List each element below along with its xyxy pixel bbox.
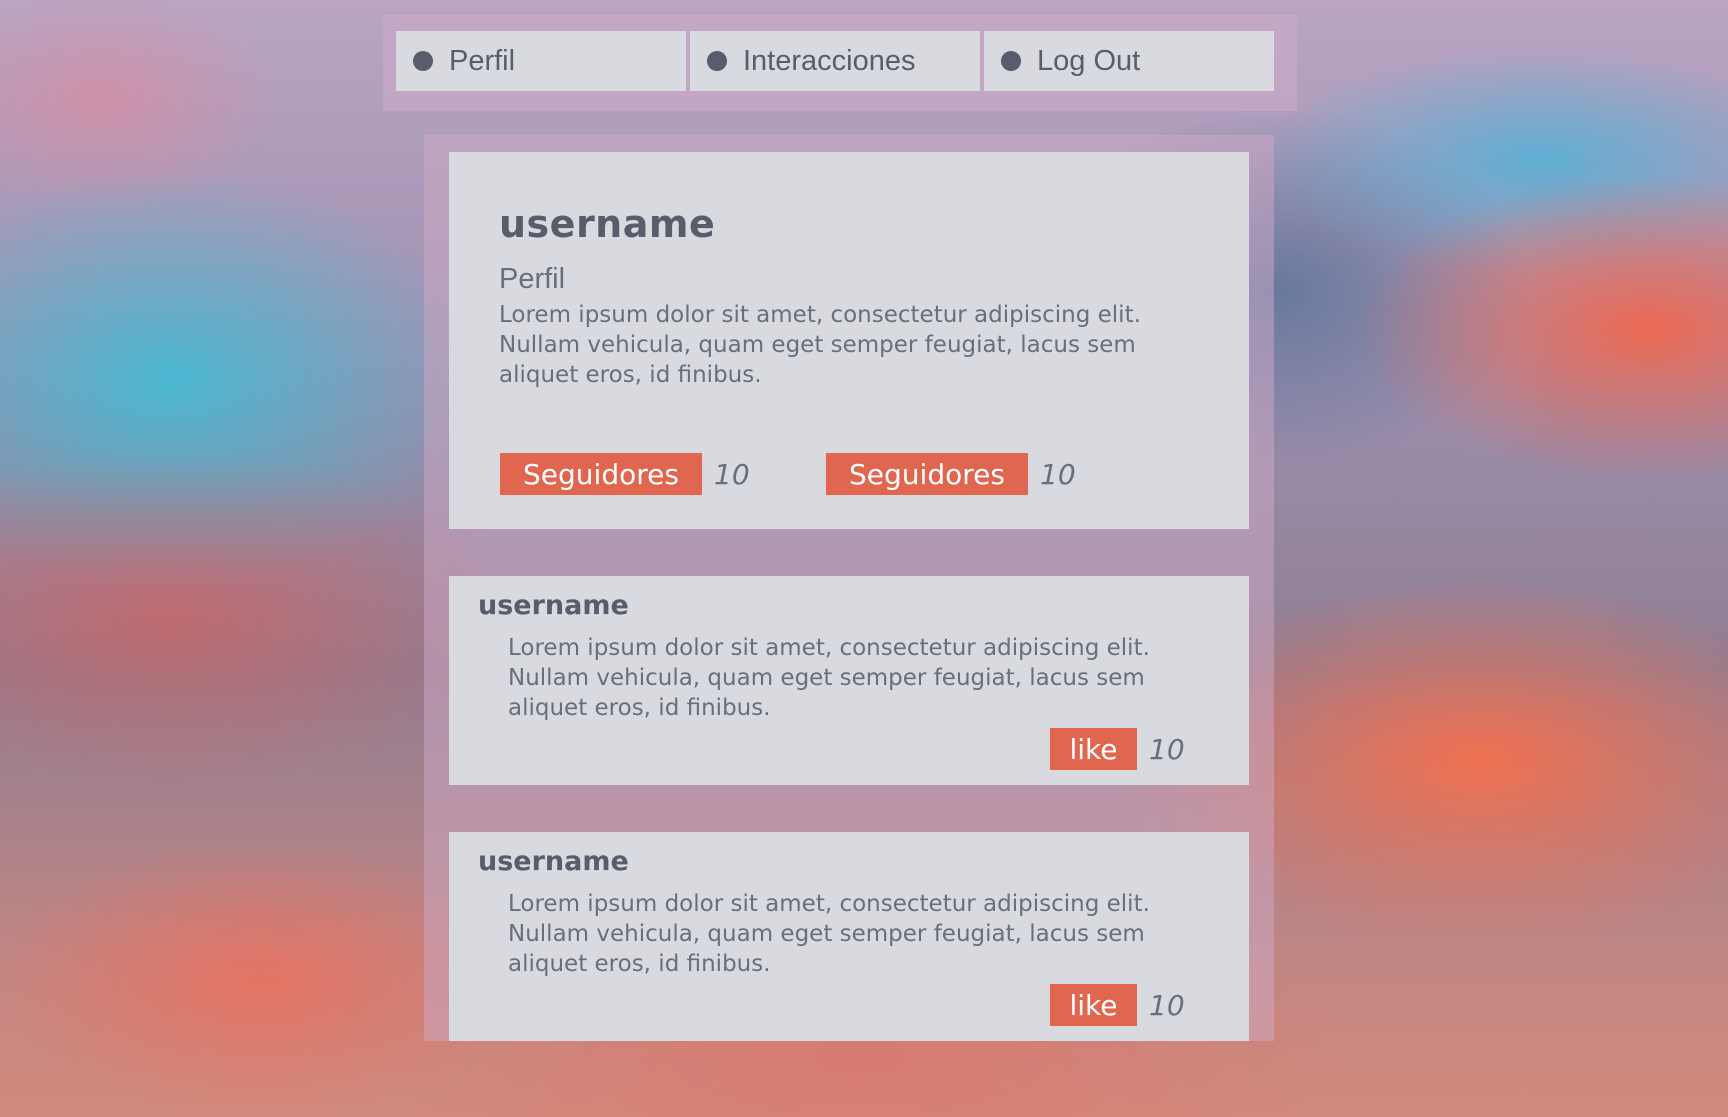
nav-item-interacciones[interactable]: Interacciones [690, 31, 980, 91]
profile-bio: Lorem ipsum dolor sit amet, consectetur … [499, 302, 1141, 388]
like-count: 10 [1149, 732, 1185, 766]
followers-stat: Seguidores 10 [826, 453, 1076, 495]
nav-item-label: Interacciones [743, 44, 916, 77]
main-column: username Perfil Lorem ipsum dolor sit am… [424, 135, 1274, 1041]
dot-icon [413, 51, 433, 71]
nav-item-label: Log Out [1037, 44, 1141, 77]
followers-stat: Seguidores 10 [500, 453, 750, 495]
nav-item-label: Perfil [449, 44, 516, 77]
profile-username: username [499, 202, 716, 246]
dot-icon [707, 51, 727, 71]
post-username: username [478, 590, 629, 621]
profile-subtitle: Perfil [499, 263, 566, 295]
profile-card: username Perfil Lorem ipsum dolor sit am… [449, 152, 1249, 529]
post-card: username Lorem ipsum dolor sit amet, con… [449, 832, 1249, 1041]
post-username: username [478, 846, 629, 877]
like-count: 10 [1149, 988, 1185, 1022]
post-like: like 10 [1050, 984, 1185, 1026]
nav-item-log-out[interactable]: Log Out [984, 31, 1274, 91]
nav-bar: Perfil Interacciones Log Out [383, 15, 1297, 111]
post-text: Lorem ipsum dolor sit amet, consectetur … [508, 891, 1150, 977]
nav-item-perfil[interactable]: Perfil [396, 31, 686, 91]
followers-button[interactable]: Seguidores [500, 453, 702, 495]
like-button[interactable]: like [1050, 984, 1137, 1026]
like-button[interactable]: like [1050, 728, 1137, 770]
post-card: username Lorem ipsum dolor sit amet, con… [449, 576, 1249, 785]
dot-icon [1001, 51, 1021, 71]
followers-button[interactable]: Seguidores [826, 453, 1028, 495]
post-like: like 10 [1050, 728, 1185, 770]
followers-count: 10 [714, 457, 750, 491]
post-text: Lorem ipsum dolor sit amet, consectetur … [508, 635, 1150, 721]
followers-count: 10 [1040, 457, 1076, 491]
